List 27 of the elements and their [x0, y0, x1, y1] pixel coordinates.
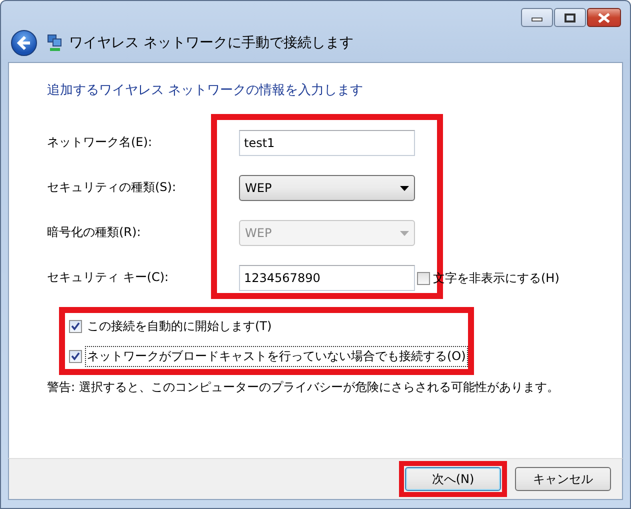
dialog-button[interactable]: キャンセル [515, 467, 611, 491]
maximize-button[interactable] [554, 8, 586, 27]
text-field[interactable]: test1 [239, 130, 415, 156]
field-label: ネットワーク名(E): [47, 134, 152, 150]
warning-text: 警告: 選択すると、このコンピューターのプライバシーが危険にさらされる可能性があります。 [47, 379, 560, 396]
back-button[interactable] [11, 30, 37, 56]
dropdown[interactable]: WEP [239, 175, 415, 201]
field-label: 暗号化の種類(R): [47, 224, 141, 240]
window-title: ワイヤレス ネットワークに手動で接続します [69, 34, 354, 52]
checkbox-label: ネットワークがブロードキャストを行っていない場合でも接続する(O) [85, 346, 468, 366]
checkbox[interactable] [417, 272, 430, 285]
close-button[interactable] [587, 8, 621, 27]
maximize-icon [564, 12, 576, 22]
field-label: セキュリティの種類(S): [47, 178, 176, 196]
instruction-heading: 追加するワイヤレス ネットワークの情報を入力します [47, 82, 364, 99]
checkbox[interactable] [69, 350, 82, 362]
dropdown-arrow-icon [400, 186, 409, 190]
network-icon [47, 34, 63, 52]
minimize-button[interactable] [521, 8, 553, 27]
field-label: セキュリティ キー(C): [47, 268, 169, 286]
dialog-button[interactable]: 次へ(N) [405, 467, 501, 491]
checkbox[interactable] [69, 320, 82, 332]
checkbox-label: 文字を非表示にする(H) [433, 270, 560, 287]
close-icon [597, 12, 611, 22]
dropdown-arrow-icon [400, 230, 409, 236]
text-field[interactable]: 1234567890 [239, 265, 415, 291]
checkbox-label: この接続を自動的に開始します(T) [86, 318, 273, 334]
